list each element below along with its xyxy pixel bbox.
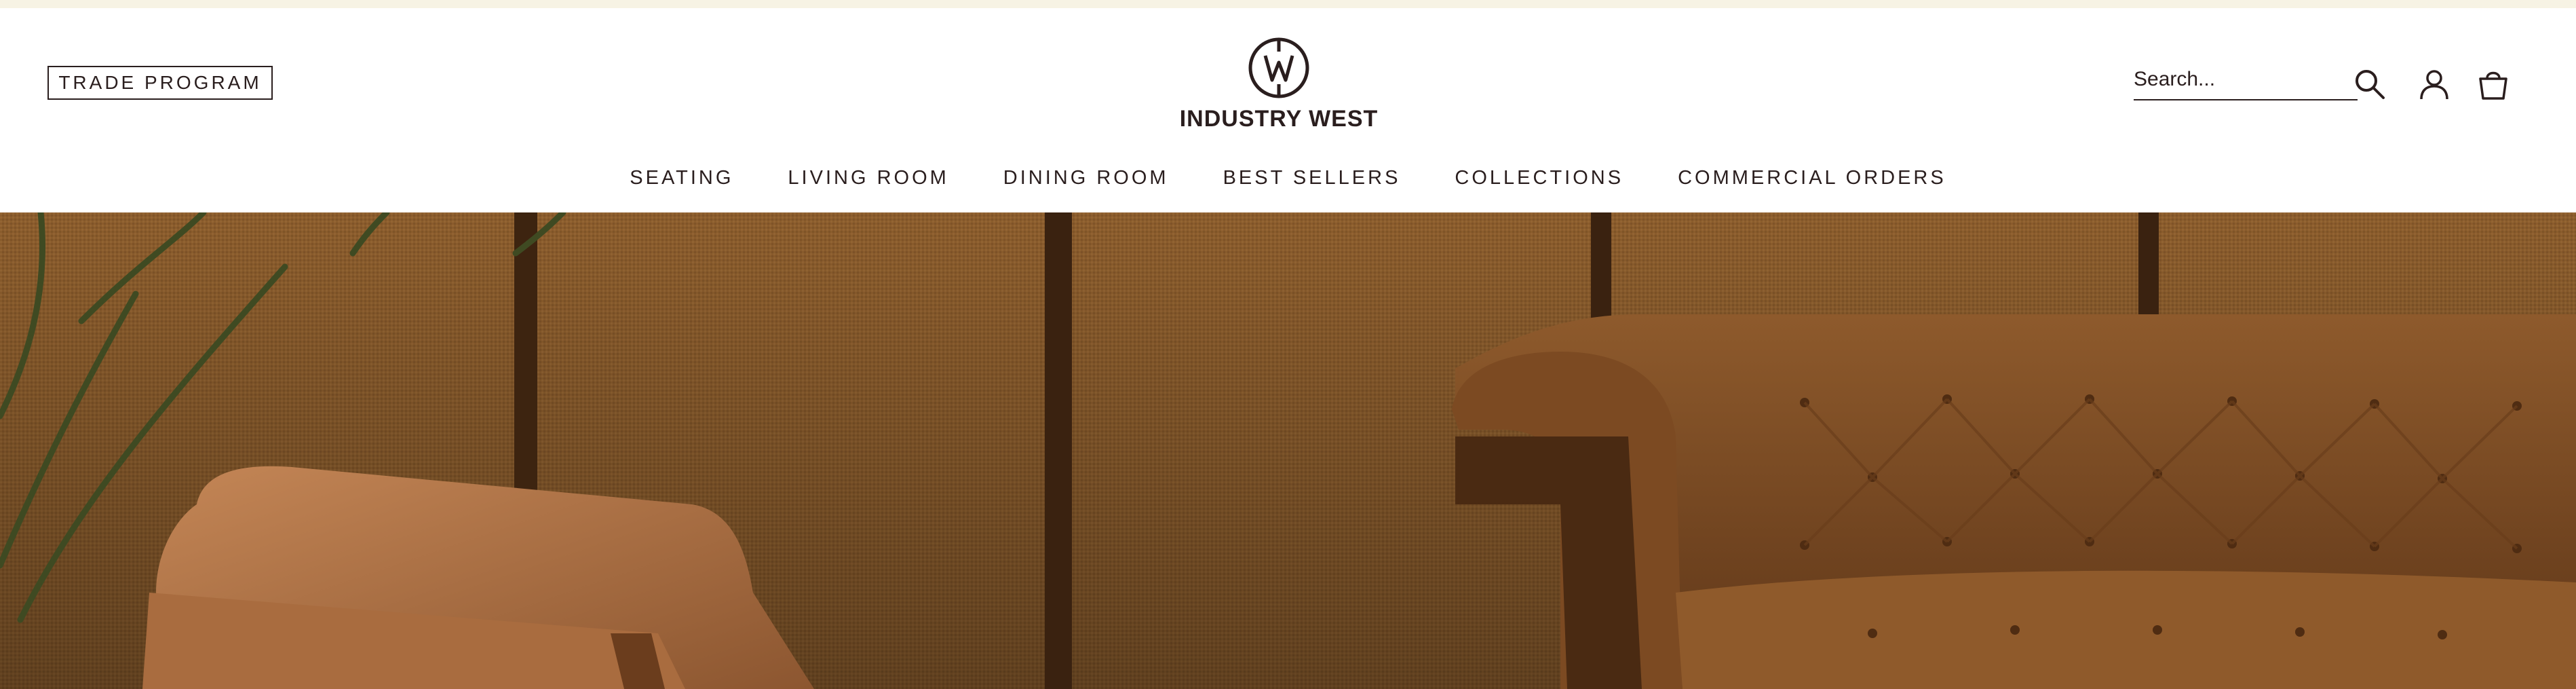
shopping-bag-icon: [2479, 71, 2507, 100]
search-button[interactable]: [2351, 65, 2389, 103]
site-header: TRADE PROGRAM INDUSTRY WEST SEATING LIVI…: [0, 8, 2576, 212]
search-field: [2134, 62, 2358, 100]
trade-program-label: TRADE PROGRAM: [58, 72, 262, 93]
hero-illustration: [0, 212, 2576, 689]
trade-program-button[interactable]: TRADE PROGRAM: [47, 66, 273, 100]
search-icon: [2356, 70, 2385, 99]
account-button[interactable]: [2415, 65, 2453, 103]
nav-item-dining-room[interactable]: DINING ROOM: [1003, 167, 1169, 189]
hero-image: [0, 212, 2576, 689]
account-icon: [2420, 70, 2448, 100]
brand-name: INDUSTRY WEST: [1179, 106, 1379, 132]
nav-item-seating[interactable]: SEATING: [630, 167, 733, 189]
nav-item-best-sellers[interactable]: BEST SELLERS: [1223, 167, 1401, 189]
logo-emblem-icon: [1248, 37, 1309, 98]
announcement-bar: [0, 0, 2576, 8]
brand-logo[interactable]: INDUSTRY WEST: [1180, 35, 1377, 144]
nav-item-living-room[interactable]: LIVING ROOM: [788, 167, 948, 189]
search-input[interactable]: [2134, 62, 2358, 99]
cart-button[interactable]: [2474, 65, 2512, 103]
nav-item-commercial-orders[interactable]: COMMERCIAL ORDERS: [1678, 167, 1946, 189]
main-nav: SEATING LIVING ROOM DINING ROOM BEST SEL…: [0, 157, 2576, 198]
nav-item-collections[interactable]: COLLECTIONS: [1455, 167, 1623, 189]
